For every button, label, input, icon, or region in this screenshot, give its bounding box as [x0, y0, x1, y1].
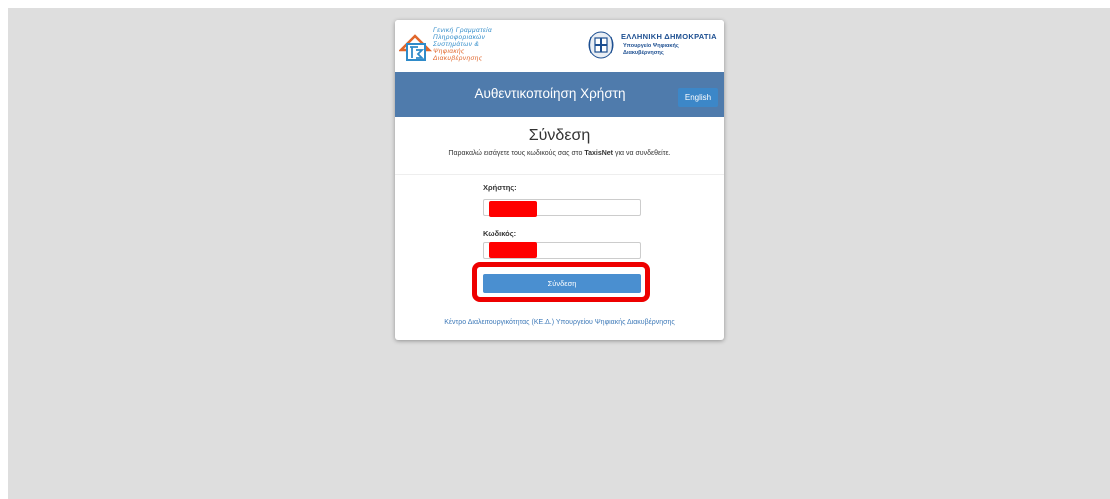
- hellenic-republic-logo: ΕΛΛΗΝΙΚΗ ΔΗΜΟΚΡΑΤΙΑ Υπουργείο Ψηφιακής Δ…: [585, 28, 721, 64]
- gsis-line-2: Πληροφοριακών: [433, 34, 486, 41]
- instructions-brand: TaxisNet: [584, 150, 613, 157]
- username-label: Χρήστης:: [483, 183, 517, 192]
- gsis-line-3: Συστημάτων &: [433, 41, 480, 48]
- gsis-emblem-icon: [399, 34, 433, 61]
- instructions-text-end: για να συνδεθείτε.: [613, 150, 671, 157]
- redacted-password: [489, 242, 537, 258]
- login-title: Σύνδεση: [528, 127, 591, 144]
- divider: [395, 174, 724, 175]
- instructions-text-start: Παρακαλώ εισάγετε τους κωδικούς σας στο: [448, 150, 585, 157]
- ministry-name: Υπουργείο Ψηφιακής Διακυβέρνησης: [623, 43, 679, 56]
- hellenic-republic-title: ΕΛΛΗΝΙΚΗ ΔΗΜΟΚΡΑΤΙΑ: [621, 32, 717, 41]
- header-bar: Αυθεντικοποίηση Χρήστη English: [395, 72, 724, 117]
- password-label: Κωδικός:: [483, 229, 517, 238]
- header-title: Αυθεντικοποίηση Χρήστη: [474, 86, 626, 101]
- gsis-logo-text: Γενική Γραμματεία Πληροφοριακών Συστημάτ…: [433, 27, 509, 62]
- ministry-line-2: Διακυβέρνησης: [623, 49, 664, 56]
- gsis-line-1: Γενική Γραμματεία: [433, 27, 493, 34]
- login-button-highlight: [472, 262, 650, 302]
- gsis-line-4: Ψηφιακής Διακυβέρνησης: [433, 48, 483, 62]
- ked-footer-link[interactable]: Κέντρο Διαλειτουργικότητας (ΚΕ.Δ.) Υπουρ…: [395, 319, 724, 326]
- greek-coat-of-arms-icon: [588, 31, 614, 59]
- english-language-button[interactable]: English: [678, 88, 718, 107]
- login-instructions: Παρακαλώ εισάγετε τους κωδικούς σας στο …: [395, 150, 724, 157]
- logo-row: Γενική Γραμματεία Πληροφοριακών Συστημάτ…: [395, 20, 724, 72]
- redacted-username: [489, 201, 537, 217]
- gsis-logo: Γενική Γραμματεία Πληροφοριακών Συστημάτ…: [399, 26, 509, 68]
- ministry-line-1: Υπουργείο Ψηφιακής: [623, 43, 679, 49]
